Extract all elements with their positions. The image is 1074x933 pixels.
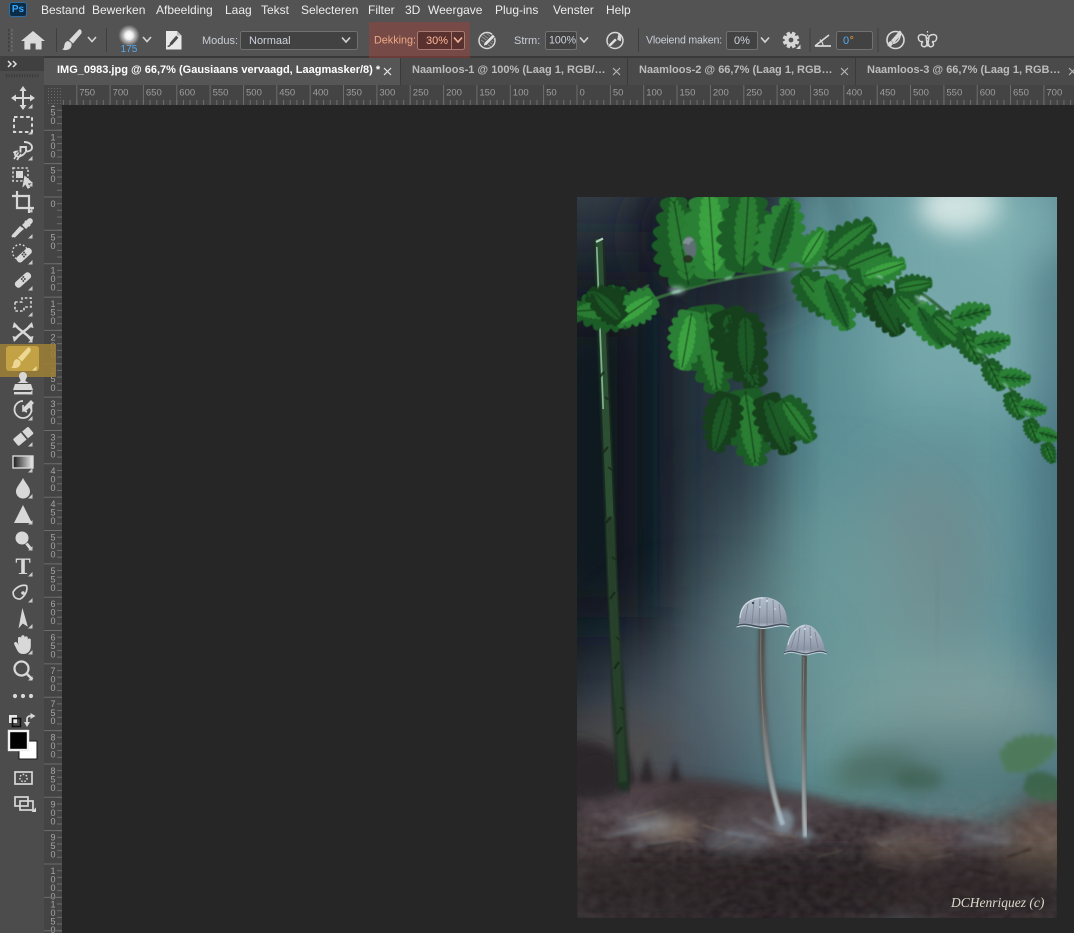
svg-text:0: 0 xyxy=(50,316,55,326)
svg-text:0: 0 xyxy=(50,149,55,159)
svg-text:0: 0 xyxy=(50,783,55,793)
svg-text:Modus:: Modus: xyxy=(202,35,238,47)
svg-text:0: 0 xyxy=(50,116,55,126)
svg-text:Strm:: Strm: xyxy=(514,35,540,47)
svg-text:30%: 30% xyxy=(426,35,448,47)
svg-text:0: 0 xyxy=(50,816,55,826)
svg-text:0: 0 xyxy=(50,416,55,426)
svg-text:100: 100 xyxy=(646,88,662,99)
svg-text:0: 0 xyxy=(50,616,55,626)
svg-text:0: 0 xyxy=(50,283,55,293)
svg-text:0: 0 xyxy=(50,750,55,760)
svg-text:0%: 0% xyxy=(734,35,750,47)
svg-text:400: 400 xyxy=(313,88,329,99)
svg-text:100%: 100% xyxy=(549,35,577,47)
svg-text:750: 750 xyxy=(79,88,95,99)
svg-text:350: 350 xyxy=(813,88,829,99)
svg-text:0: 0 xyxy=(50,850,55,860)
svg-text:50: 50 xyxy=(546,88,557,99)
svg-text:500: 500 xyxy=(246,88,262,99)
svg-text:500: 500 xyxy=(913,88,929,99)
svg-text:650: 650 xyxy=(146,88,162,99)
svg-text:175: 175 xyxy=(121,44,138,55)
svg-text:0: 0 xyxy=(843,35,849,47)
svg-text:DCHenriquez (c): DCHenriquez (c) xyxy=(950,895,1045,910)
svg-text:°: ° xyxy=(850,35,854,47)
svg-text:600: 600 xyxy=(179,88,195,99)
svg-text:700: 700 xyxy=(113,88,129,99)
svg-text:0: 0 xyxy=(50,716,55,726)
svg-text:0: 0 xyxy=(50,583,55,593)
svg-text:T: T xyxy=(15,554,30,579)
svg-text:0: 0 xyxy=(50,383,55,393)
svg-text:100: 100 xyxy=(513,88,529,99)
svg-text:0: 0 xyxy=(50,450,55,460)
svg-text:400: 400 xyxy=(846,88,862,99)
svg-text:250: 250 xyxy=(413,88,429,99)
svg-text:300: 300 xyxy=(379,88,395,99)
svg-text:50: 50 xyxy=(613,88,624,99)
svg-text:0: 0 xyxy=(580,88,585,99)
svg-text:550: 550 xyxy=(213,88,229,99)
svg-text:Dekking:: Dekking: xyxy=(374,35,416,47)
svg-text:550: 550 xyxy=(946,88,962,99)
svg-text:450: 450 xyxy=(880,88,896,99)
svg-text:0: 0 xyxy=(50,174,55,184)
svg-text:0: 0 xyxy=(50,199,55,209)
svg-text:650: 650 xyxy=(1013,88,1029,99)
svg-text:300: 300 xyxy=(780,88,796,99)
svg-text:600: 600 xyxy=(980,88,996,99)
svg-text:0: 0 xyxy=(50,516,55,526)
svg-text:700: 700 xyxy=(1046,88,1062,99)
svg-text:350: 350 xyxy=(346,88,362,99)
svg-text:250: 250 xyxy=(746,88,762,99)
svg-text:Vloeiend maken:: Vloeiend maken: xyxy=(646,35,722,47)
svg-text:200: 200 xyxy=(713,88,729,99)
svg-text:0: 0 xyxy=(50,683,55,693)
svg-text:0: 0 xyxy=(50,650,55,660)
svg-text:0: 0 xyxy=(50,241,55,251)
svg-text:450: 450 xyxy=(279,88,295,99)
svg-text:150: 150 xyxy=(680,88,696,99)
svg-text:Normaal: Normaal xyxy=(249,35,291,47)
svg-text:150: 150 xyxy=(479,88,495,99)
svg-text:0: 0 xyxy=(50,483,55,493)
svg-text:200: 200 xyxy=(446,88,462,99)
svg-text:0: 0 xyxy=(50,550,55,560)
